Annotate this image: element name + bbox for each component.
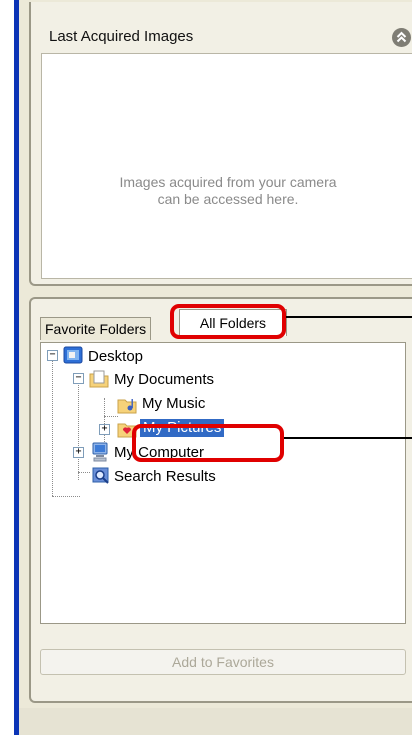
tree-connector: [52, 355, 53, 496]
highlight-all-folders: [170, 304, 286, 339]
status-strip: [19, 708, 412, 735]
highlight-my-pictures: [132, 424, 284, 462]
acquired-images-area[interactable]: Images acquired from your camera can be …: [41, 53, 412, 279]
tab-favorite-folders[interactable]: Favorite Folders: [40, 317, 152, 340]
computer-icon: [92, 442, 108, 462]
acquired-images-message: Images acquired from your camera can be …: [42, 174, 412, 208]
folders-panel: Favorite Folders All Folders − Desktop −…: [29, 297, 412, 703]
folder-documents-icon: [89, 370, 109, 388]
last-acquired-panel: Last Acquired Images Images acquired fro…: [29, 2, 412, 286]
folder-tree[interactable]: − Desktop − My Documents My Music + My P…: [40, 342, 406, 624]
message-line-2: can be accessed here.: [157, 191, 299, 207]
search-results-icon: [92, 467, 109, 484]
collapse-toggle[interactable]: −: [73, 373, 84, 384]
expand-toggle[interactable]: +: [99, 424, 110, 435]
tree-node-search-results[interactable]: Search Results: [114, 468, 216, 486]
callout-line-my-pictures: [284, 437, 412, 439]
tree-connector: [104, 416, 118, 417]
tree-node-desktop[interactable]: Desktop: [88, 348, 143, 366]
callout-line-all-folders: [286, 316, 412, 318]
tree-connector: [52, 496, 80, 497]
message-line-1: Images acquired from your camera: [119, 174, 337, 190]
tree-connector: [78, 472, 90, 473]
last-acquired-title: Last Acquired Images: [49, 28, 194, 45]
double-chevron-up-icon[interactable]: [392, 28, 411, 47]
tree-connector: [78, 378, 79, 480]
collapse-toggle[interactable]: −: [47, 350, 58, 361]
tree-node-my-music[interactable]: My Music: [142, 395, 205, 413]
desktop-icon: [63, 346, 83, 364]
tree-node-my-documents[interactable]: My Documents: [114, 371, 214, 389]
folder-music-icon: [117, 399, 137, 414]
expand-toggle[interactable]: +: [73, 447, 84, 458]
add-to-favorites-button[interactable]: Add to Favorites: [40, 649, 406, 675]
